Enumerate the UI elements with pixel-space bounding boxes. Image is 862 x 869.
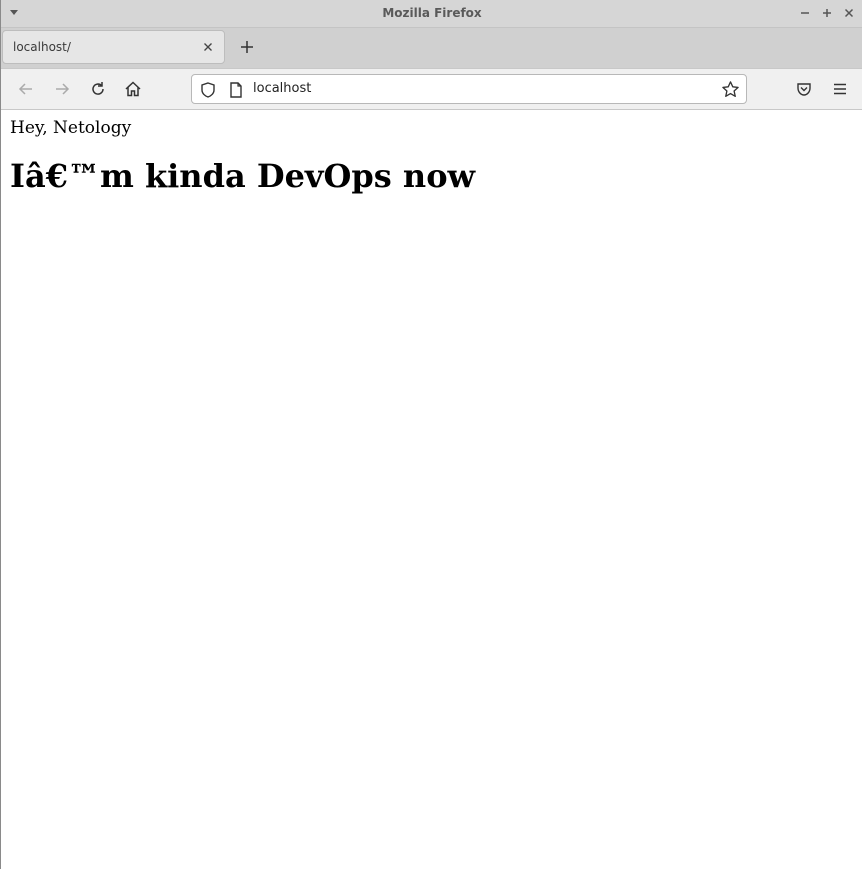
window-title: Mozilla Firefox	[382, 6, 482, 20]
minimize-icon[interactable]	[797, 5, 813, 21]
app-menu-hamburger-menu-icon[interactable]	[830, 79, 850, 99]
back-arrow-left-icon[interactable]	[16, 79, 36, 99]
pocket-icon[interactable]	[794, 79, 814, 99]
bookmark-star-icon[interactable]	[721, 80, 740, 103]
close-icon[interactable]	[841, 5, 857, 21]
tab-close-icon[interactable]	[200, 39, 216, 55]
browser-window: Mozilla Firefox localhost/ localhost Hey…	[0, 0, 862, 869]
forward-arrow-right-icon[interactable]	[52, 79, 72, 99]
new-tab-plus-icon[interactable]	[237, 37, 257, 57]
maximize-icon[interactable]	[819, 5, 835, 21]
url-text[interactable]: localhost	[253, 81, 311, 96]
tab-localhost[interactable]: localhost/	[2, 30, 225, 64]
tab-label: localhost/	[13, 40, 71, 54]
tab-strip: localhost/	[1, 28, 862, 68]
tracking-protection-shield-icon[interactable]	[199, 81, 217, 103]
page-info-document-icon[interactable]	[227, 81, 245, 103]
reload-icon[interactable]	[88, 79, 108, 99]
home-icon[interactable]	[123, 79, 143, 99]
page-content: Hey, Netology Iâ€™m kinda DevOps now	[2, 110, 862, 869]
navigation-toolbar: localhost	[1, 68, 862, 110]
page-greeting: Hey, Netology	[10, 118, 132, 138]
page-heading: Iâ€™m kinda DevOps now	[10, 157, 476, 195]
title-bar: Mozilla Firefox	[1, 0, 862, 28]
url-bar[interactable]: localhost	[191, 74, 747, 104]
